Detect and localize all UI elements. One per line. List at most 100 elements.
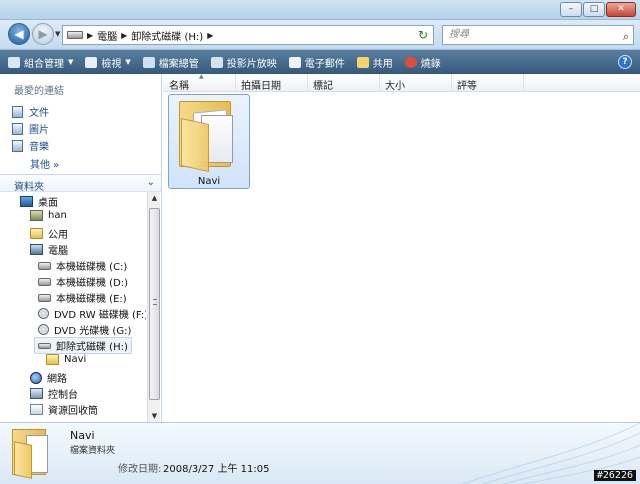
maximize-button[interactable]: □: [583, 2, 605, 17]
folders-scrollbar[interactable]: ▲ ▼: [147, 192, 160, 422]
slideshow-label: 投影片放映: [226, 58, 277, 70]
search-input[interactable]: 搜尋 ⌕: [442, 25, 634, 45]
dvd-icon: [38, 324, 49, 335]
views-icon: [85, 56, 98, 68]
organize-label: 組合管理: [24, 58, 64, 70]
tree-item-label: DVD RW 磁碟機 (F:) N: [54, 310, 146, 321]
tree-item-public[interactable]: 公用: [30, 226, 68, 241]
breadcrumb-removable-disk[interactable]: 卸除式磁碟 (H:): [131, 28, 203, 43]
email-button[interactable]: 電子郵件: [288, 52, 345, 72]
watermark: #26226: [593, 470, 636, 481]
breadcrumb-computer[interactable]: 電腦: [97, 28, 117, 43]
more-links[interactable]: 其他 »: [30, 156, 59, 171]
tree-item-han[interactable]: han: [30, 210, 67, 221]
slideshow-icon: [210, 56, 223, 68]
folders-header[interactable]: 資料夾 ⌄: [0, 174, 161, 193]
tree-item-navi[interactable]: Navi: [46, 354, 86, 365]
tree-item-dvd-g[interactable]: DVD 光碟機 (G:): [38, 322, 131, 337]
views-button[interactable]: 檢視 ▼: [85, 52, 131, 72]
usb-drive-icon: [38, 342, 51, 349]
tree-item-network[interactable]: 網路: [30, 370, 67, 385]
tree-item-label: 網路: [47, 374, 67, 385]
details-modified-value: 2008/3/27 上午 11:05: [163, 464, 270, 475]
tree-item-label: 電腦: [48, 246, 68, 257]
chevron-right-icon[interactable]: ▶: [87, 31, 93, 40]
details-name: Navi: [70, 429, 95, 442]
tree-item-drive-e[interactable]: 本機磁碟機 (E:): [38, 290, 127, 305]
tree-item-drive-d[interactable]: 本機磁碟機 (D:): [38, 274, 128, 289]
window-controls: – □ ✕: [560, 2, 636, 17]
favorite-link-label: 文件: [29, 108, 49, 119]
favorite-links-title: 最愛的連結: [14, 86, 64, 97]
folder-icon: [12, 429, 52, 479]
burn-button[interactable]: 燒錄: [404, 52, 441, 72]
favorite-link-label: 音樂: [29, 142, 49, 153]
tree-item-label: han: [48, 210, 67, 221]
control-panel-icon: [30, 388, 43, 399]
address-bar[interactable]: ▶ 電腦 ▶ 卸除式磁碟 (H:) ▶: [62, 25, 434, 45]
user-icon: [30, 210, 43, 221]
column-divider[interactable]: [235, 74, 236, 91]
drive-icon: [67, 31, 83, 39]
tree-item-desktop[interactable]: 桌面: [20, 194, 58, 209]
scroll-up-icon[interactable]: ▲: [148, 192, 161, 204]
tree-item-dvd-rw-f[interactable]: DVD RW 磁碟機 (F:) N: [38, 306, 146, 321]
column-header-row: 名稱 ▲ 拍攝日期 標記 大小 評等: [163, 73, 640, 92]
chevron-right-icon[interactable]: ▶: [207, 31, 213, 40]
organize-button[interactable]: 組合管理 ▼: [8, 52, 73, 72]
column-divider[interactable]: [451, 74, 452, 91]
column-divider[interactable]: [523, 74, 524, 91]
title-bar: – □ ✕: [0, 0, 640, 20]
drive-icon: [38, 261, 51, 270]
folder-icon: [179, 101, 237, 172]
file-item-navi[interactable]: Navi: [168, 94, 250, 189]
share-button[interactable]: 共用: [356, 52, 393, 72]
folders-title: 資料夾: [14, 182, 44, 193]
back-button[interactable]: ◀: [8, 23, 30, 45]
column-tags[interactable]: 標記: [313, 77, 333, 92]
close-button[interactable]: ✕: [606, 2, 636, 17]
favorite-link-documents[interactable]: 文件: [12, 104, 49, 119]
organize-icon: [8, 56, 20, 68]
tree-item-computer[interactable]: 電腦: [30, 242, 68, 257]
tree-item-label: 桌面: [38, 198, 58, 209]
folder-icon: [46, 354, 59, 365]
sort-ascending-icon: ▲: [199, 73, 204, 80]
help-icon[interactable]: ?: [618, 55, 632, 69]
chevron-right-icon[interactable]: ▶: [121, 31, 127, 40]
minimize-button[interactable]: –: [560, 2, 582, 17]
column-date-taken[interactable]: 拍攝日期: [241, 77, 281, 92]
scrollbar-thumb[interactable]: [149, 208, 160, 400]
column-name[interactable]: 名稱: [169, 77, 189, 92]
favorite-link-pictures[interactable]: 圖片: [12, 121, 49, 136]
explorer-button[interactable]: 檔案總管: [142, 52, 199, 72]
tree-item-label: 資源回收筒: [48, 406, 98, 417]
favorite-link-music[interactable]: 音樂: [12, 138, 49, 153]
chevron-down-icon: ▼: [68, 58, 74, 66]
column-divider[interactable]: [307, 74, 308, 91]
recent-pages-dropdown[interactable]: ▼: [55, 30, 60, 38]
search-icon[interactable]: ⌕: [623, 28, 629, 46]
forward-button[interactable]: ▶: [32, 23, 54, 45]
tree-item-removable-h[interactable]: 卸除式磁碟 (H:): [34, 337, 132, 354]
chevron-down-icon: ▼: [125, 58, 131, 66]
tree-item-drive-c[interactable]: 本機磁碟機 (C:): [38, 258, 127, 273]
refresh-icon[interactable]: ↻: [418, 28, 428, 42]
column-rating[interactable]: 評等: [457, 77, 477, 92]
column-divider[interactable]: [379, 74, 380, 91]
slideshow-button[interactable]: 投影片放映: [210, 52, 277, 72]
share-label: 共用: [372, 58, 393, 70]
tree-item-recycle-bin[interactable]: 資源回收筒: [30, 402, 98, 417]
tree-item-label: 本機磁碟機 (E:): [56, 294, 127, 305]
column-size[interactable]: 大小: [385, 77, 405, 92]
grip-icon: [153, 299, 157, 305]
tree-item-control-panel[interactable]: 控制台: [30, 386, 78, 401]
scroll-down-icon[interactable]: ▼: [148, 410, 161, 422]
explorer-label: 檔案總管: [158, 58, 199, 70]
tree-item-label: 本機磁碟機 (D:): [56, 278, 129, 289]
command-toolbar: 組合管理 ▼ 檢視 ▼ 檔案總管 投影片放映 電子郵件 共用 燒錄 ?: [0, 50, 640, 74]
network-icon: [30, 371, 42, 384]
music-icon: [12, 139, 23, 152]
explorer-icon: [142, 56, 155, 68]
burn-label: 燒錄: [420, 58, 441, 70]
